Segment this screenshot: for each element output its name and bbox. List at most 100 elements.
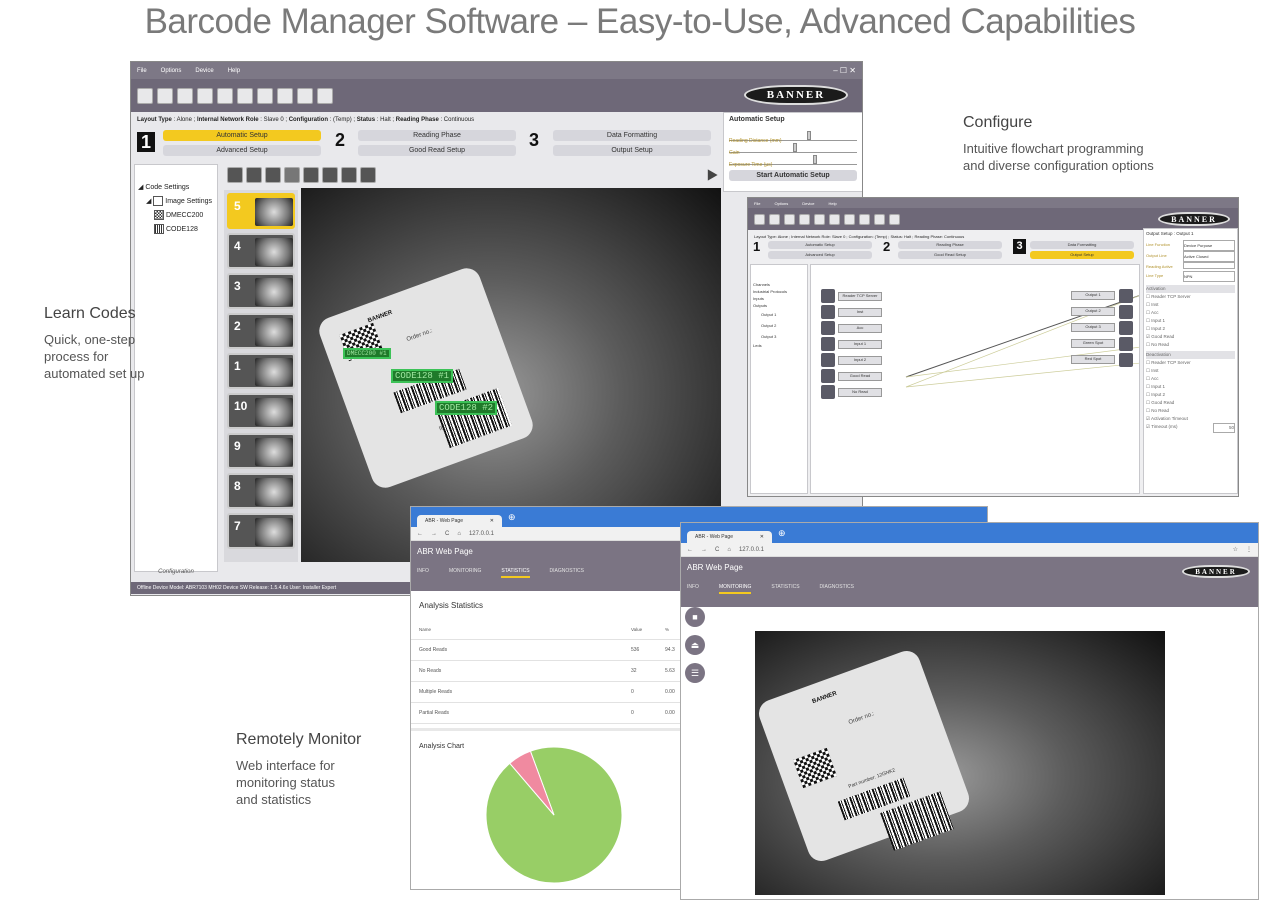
config-menu-help[interactable]: Help	[828, 201, 836, 206]
menu-options[interactable]: Options	[161, 68, 182, 74]
monitor-new-tab-icon[interactable]: ⊕	[778, 528, 786, 539]
thumbnail-7[interactable]: 7	[227, 513, 295, 549]
monitor-back-icon[interactable]: ←	[687, 547, 693, 553]
new-tab-icon[interactable]: ⊕	[508, 512, 516, 523]
config-report-icon[interactable]	[889, 213, 900, 225]
tab-diagnostics[interactable]: DIAGNOSTICS	[550, 568, 584, 578]
arrow-down-icon[interactable]	[246, 167, 262, 183]
node-output-1[interactable]: Output 1	[1071, 291, 1115, 300]
play-icon[interactable]	[707, 169, 718, 181]
thumbnail-4[interactable]: 4	[227, 233, 295, 269]
node-reader-tcp-server[interactable]: Reader TCP Server	[838, 292, 882, 301]
reading-phase-button[interactable]: Reading Phase	[358, 130, 516, 141]
config-open-icon[interactable]	[754, 213, 765, 225]
menu-help[interactable]: Help	[228, 68, 240, 74]
advanced-setup-button[interactable]: Advanced Setup	[163, 145, 321, 156]
edit-image-icon[interactable]	[341, 167, 357, 183]
monitor-url-field[interactable]: 127.0.0.1	[739, 547, 764, 553]
thumbnail-9[interactable]: 9	[227, 433, 295, 469]
exposure-time-slider[interactable]: Exposure Time (µs)	[729, 153, 857, 168]
deactivation-checkbox[interactable]: ☐ Input 2	[1146, 391, 1235, 399]
node-output-2[interactable]: Output 2	[1071, 307, 1115, 316]
monitor-tab-close-icon[interactable]: ✕	[760, 534, 764, 540]
config-menu-file[interactable]: File	[754, 201, 760, 206]
node-acc[interactable]: Acc	[838, 324, 882, 333]
config-tree-inputs[interactable]: Inputs	[753, 295, 805, 302]
menu-file[interactable]: File	[137, 68, 147, 74]
window-controls[interactable]: – ☐ ✕	[833, 66, 856, 75]
node-input-1[interactable]: Input 1	[838, 340, 882, 349]
thumbnail-1[interactable]: 1	[227, 353, 295, 389]
deactivation-checkbox[interactable]: ☐ Reader TCP Server	[1146, 359, 1235, 367]
forward-icon[interactable]: →	[431, 531, 437, 537]
device-icon[interactable]	[197, 87, 213, 104]
zoom-fit-icon[interactable]	[303, 167, 319, 183]
thumbnail-2[interactable]: 2	[227, 313, 295, 349]
activation-checkbox[interactable]: ☑ Good Read	[1146, 333, 1235, 341]
start-automatic-setup-button[interactable]: Start Automatic Setup	[729, 170, 857, 181]
users-icon[interactable]	[177, 87, 193, 104]
activation-checkbox[interactable]: ☐ Reader TCP Server	[1146, 293, 1235, 301]
activation-checkbox[interactable]: ☐ Input 2	[1146, 325, 1235, 333]
save-button[interactable]: ⏏	[685, 635, 705, 655]
config-users-icon[interactable]	[784, 213, 795, 225]
activation-checkbox[interactable]: ☐ Acc	[1146, 309, 1235, 317]
monitor-home-icon[interactable]: ⌂	[727, 547, 731, 553]
monitor-tab-statistics[interactable]: STATISTICS	[771, 584, 799, 594]
config-tree-outputs[interactable]: Outputs	[753, 302, 805, 309]
config-export-icon[interactable]	[874, 213, 885, 225]
config-output-setup-button[interactable]: Output Setup	[1030, 251, 1134, 259]
node-inst[interactable]: Inst	[838, 308, 882, 317]
node-no-read[interactable]: No Read	[838, 388, 882, 397]
config-device-icon[interactable]	[799, 213, 810, 225]
arrow-up-icon[interactable]	[227, 167, 243, 183]
tree-image-settings[interactable]: ◢ Image Settings	[138, 195, 214, 209]
config-tree-output-1[interactable]: Output 1	[753, 309, 805, 320]
good-read-setup-button[interactable]: Good Read Setup	[358, 145, 516, 156]
config-tree-output-2[interactable]: Output 2	[753, 320, 805, 331]
thumbnail-8[interactable]: 8	[227, 473, 295, 509]
flowchart-canvas[interactable]: Reader TCP Server Inst Acc Input 1 Input…	[810, 264, 1140, 494]
config-advanced-setup-button[interactable]: Advanced Setup	[768, 251, 872, 259]
activation-checkbox[interactable]: ☐ Inst	[1146, 301, 1235, 309]
crop-icon[interactable]	[360, 167, 376, 183]
tab-statistics[interactable]: STATISTICS	[501, 568, 530, 578]
zoom-out-icon[interactable]	[284, 167, 300, 183]
config-menu-options[interactable]: Options	[774, 201, 788, 206]
deactivation-checkbox[interactable]: ☐ Good Read	[1146, 399, 1235, 407]
config-tree-output-3[interactable]: Output 3	[753, 331, 805, 342]
deactivation-checkbox[interactable]: ☐ No Read	[1146, 407, 1235, 415]
zoom-in-icon[interactable]	[265, 167, 281, 183]
list-button[interactable]: ☰	[685, 663, 705, 683]
config-data-formatting-button[interactable]: Data Formatting	[1030, 241, 1134, 249]
deactivation-checkbox[interactable]: ☐ Acc	[1146, 375, 1235, 383]
config-good-read-setup-button[interactable]: Good Read Setup	[898, 251, 1002, 259]
stop-button[interactable]: ■	[685, 607, 705, 627]
menu-device[interactable]: Device	[195, 68, 213, 74]
config-tree-leds[interactable]: Leds	[753, 342, 805, 349]
monitor-tab-monitoring[interactable]: MONITORING	[718, 584, 752, 594]
tab-monitoring[interactable]: MONITORING	[449, 568, 481, 578]
monitor-reload-icon[interactable]: C	[715, 547, 719, 553]
reload-icon[interactable]: C	[445, 531, 449, 537]
tree-code-settings[interactable]: ◢ Code Settings	[138, 181, 214, 195]
deactivation-checkbox[interactable]: ☑ Activation Timeout	[1146, 415, 1235, 423]
deactivation-checkbox[interactable]: ☐ Input 1	[1146, 383, 1235, 391]
screen-icon[interactable]	[277, 87, 293, 104]
config-reading-phase-button[interactable]: Reading Phase	[898, 241, 1002, 249]
node-input-2[interactable]: Input 2	[838, 356, 882, 365]
config-download-icon[interactable]	[829, 213, 840, 225]
activation-checkbox[interactable]: ☐ No Read	[1146, 341, 1235, 349]
tab-info[interactable]: INFO	[417, 568, 429, 578]
thumbnail-5[interactable]: 5	[227, 193, 295, 229]
save-icon[interactable]	[157, 87, 173, 104]
node-green-spot[interactable]: Green Spot	[1071, 339, 1115, 348]
thumbnail-10[interactable]: 10	[227, 393, 295, 429]
reading-distance-slider[interactable]: Reading Distance (mm)	[729, 129, 857, 144]
gain-slider[interactable]: Gain	[729, 141, 857, 156]
home-icon[interactable]: ⌂	[457, 531, 461, 537]
automatic-setup-button[interactable]: Automatic Setup	[163, 130, 321, 141]
save-image-icon[interactable]	[322, 167, 338, 183]
config-save-icon[interactable]	[769, 213, 780, 225]
open-icon[interactable]	[137, 87, 153, 104]
